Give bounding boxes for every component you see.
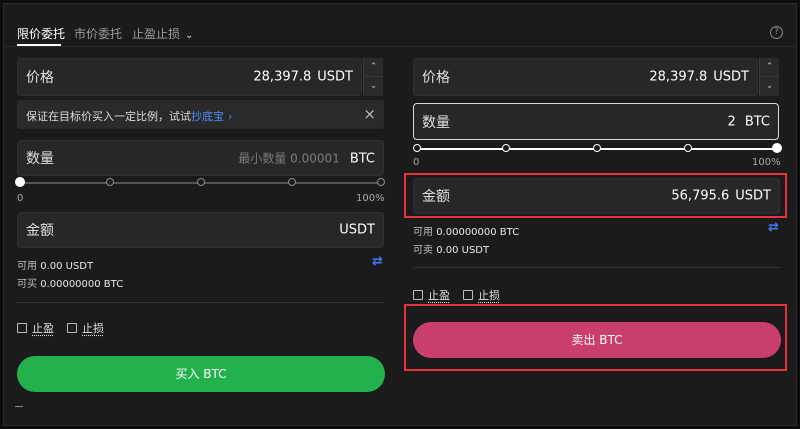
buy-slider-min-label: 0 (17, 193, 24, 204)
close-icon[interactable]: × (363, 105, 376, 123)
buy-available-label: 可用 (17, 261, 37, 272)
sell-quantity-input[interactable]: 数量 2 BTC (413, 103, 779, 140)
slider-step-75[interactable] (684, 144, 692, 152)
chevron-down-icon[interactable]: ⌄ (364, 77, 383, 96)
stop-loss-label: 止损 (82, 322, 104, 335)
buy-quantity-input[interactable]: 数量 最小数量 0.00001 BTC (17, 140, 384, 176)
buy-price-label: 价格 (26, 70, 54, 86)
sell-max: 可卖 0.00 USDT (413, 241, 489, 256)
sell-available-label: 可用 (413, 227, 433, 238)
sell-quantity-value: 2 (727, 114, 736, 129)
slider-step-0[interactable] (413, 144, 421, 152)
chevron-down-icon: ⌄ (185, 30, 194, 41)
buy-take-profit-checkbox[interactable]: 止盈 (17, 320, 54, 336)
slider-step-75[interactable] (288, 178, 296, 186)
buy-quantity-placeholder: 最小数量 0.00001 (238, 151, 340, 166)
slider-step-50[interactable] (593, 144, 601, 152)
slider-step-50[interactable] (197, 178, 205, 186)
checkbox-icon[interactable] (413, 290, 423, 300)
buy-amount-unit: USDT (339, 222, 375, 238)
tab-limit-order[interactable]: 限价委托 (17, 25, 65, 42)
buy-max: 可买 0.00000000 BTC (17, 275, 123, 290)
sell-slider-max-label: 100% (752, 157, 781, 168)
buy-max-value: 0.00000000 BTC (40, 279, 124, 290)
divider (17, 302, 384, 303)
buy-price-unit: USDT (317, 69, 353, 85)
swap-icon[interactable]: ⇄ (768, 220, 779, 235)
bottom-fishing-tip: 保证在目标价买入一定比例，试试抄底宝 › × (17, 100, 384, 129)
checkbox-icon[interactable] (463, 290, 473, 300)
sell-price-stepper[interactable]: ⌃ ⌄ (759, 58, 779, 96)
tabs-divider (4, 46, 796, 47)
tip-link[interactable]: 抄底宝 (191, 110, 224, 123)
chevron-down-icon[interactable]: ⌄ (760, 77, 779, 96)
buy-price-stepper[interactable]: ⌃ ⌄ (363, 58, 383, 96)
sell-price-input[interactable]: 价格 28,397.8 USDT (413, 58, 758, 96)
tab-market-order[interactable]: 市价委托 (74, 25, 122, 42)
tip-text: 保证在目标价买入一定比例，试试 (26, 110, 191, 123)
slider-step-100[interactable] (377, 178, 385, 186)
checkbox-icon[interactable] (67, 323, 77, 333)
chevron-right-icon: › (228, 110, 233, 123)
sell-stop-loss-checkbox[interactable]: 止损 (463, 287, 500, 303)
slider-step-25[interactable] (502, 144, 510, 152)
slider-knob[interactable] (15, 177, 25, 187)
sell-price-value: 28,397.8 (649, 69, 708, 85)
buy-available: 可用 0.00 USDT (17, 257, 93, 272)
checkbox-icon[interactable] (17, 323, 27, 333)
buy-available-value: 0.00 USDT (40, 261, 94, 272)
take-profit-label: 止盈 (32, 322, 54, 335)
trade-panel: 限价委托 市价委托 止盈止损 ⌄ ? 价格 28,397.8 USDT ⌃ ⌄ 保证… (3, 3, 797, 426)
sell-button-highlight-box (404, 304, 787, 371)
sell-take-profit-checkbox[interactable]: 止盈 (413, 287, 450, 303)
slider-knob[interactable] (772, 143, 782, 153)
sell-available: 可用 0.00000000 BTC (413, 223, 519, 238)
sell-slider-min-label: 0 (413, 157, 420, 168)
stop-loss-label: 止损 (478, 289, 500, 302)
buy-price-input[interactable]: 价格 28,397.8 USDT (17, 58, 362, 96)
buy-button[interactable]: 买入 BTC (17, 356, 385, 392)
amount-highlight-box (404, 173, 787, 218)
take-profit-label: 止盈 (428, 289, 450, 302)
swap-icon[interactable]: ⇄ (372, 254, 383, 269)
chevron-up-icon[interactable]: ⌃ (364, 58, 383, 77)
sell-price-unit: USDT (713, 69, 749, 85)
buy-price-value: 28,397.8 (253, 69, 312, 85)
tab-tp-sl[interactable]: 止盈止损 ⌄ (132, 25, 193, 42)
buy-amount-input[interactable]: 金额 USDT (17, 212, 384, 248)
slider-step-25[interactable] (106, 178, 114, 186)
question-circle-icon[interactable]: ? (770, 26, 783, 39)
sell-available-value: 0.00000000 BTC (436, 227, 520, 238)
tab-tp-sl-label: 止盈止损 (132, 27, 181, 41)
buy-amount-label: 金额 (26, 223, 54, 239)
buy-quantity-label: 数量 (26, 151, 54, 167)
sell-price-label: 价格 (422, 70, 450, 86)
sell-max-label: 可卖 (413, 245, 433, 256)
sell-quantity-label: 数量 (422, 114, 450, 131)
divider (413, 267, 780, 268)
buy-quantity-unit: BTC (349, 151, 375, 167)
divider (15, 406, 23, 407)
buy-max-label: 可买 (17, 279, 37, 290)
buy-stop-loss-checkbox[interactable]: 止损 (67, 320, 104, 336)
chevron-up-icon[interactable]: ⌃ (760, 58, 779, 77)
sell-quantity-unit: BTC (744, 114, 770, 129)
buy-slider-max-label: 100% (356, 193, 385, 204)
sell-max-value: 0.00 USDT (436, 245, 490, 256)
